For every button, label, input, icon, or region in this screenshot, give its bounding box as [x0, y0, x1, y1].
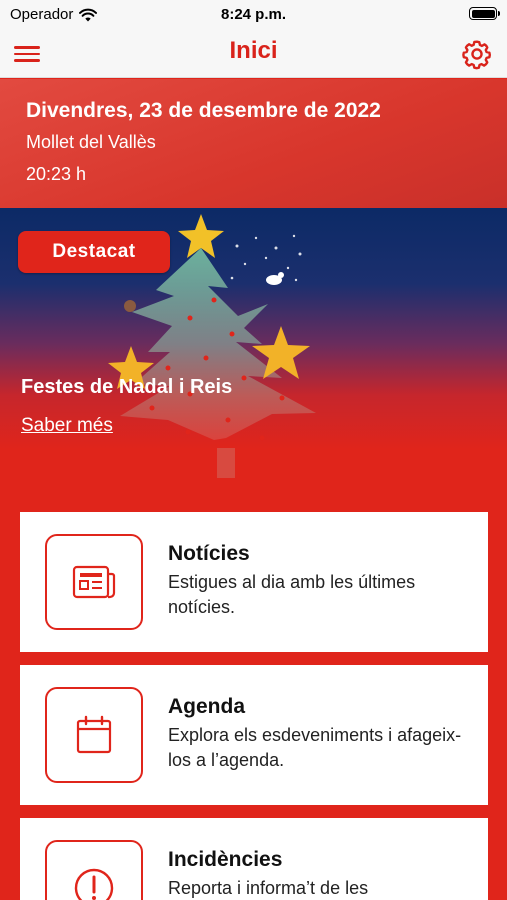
status-time: 8:24 p.m. — [220, 6, 287, 23]
read-more-link[interactable]: Saber més — [21, 415, 113, 437]
incidents-icon-box — [45, 840, 143, 900]
gear-icon[interactable] — [461, 38, 493, 70]
agenda-icon-box — [45, 687, 143, 783]
battery-icon — [469, 7, 500, 20]
news-card[interactable]: Notícies Estigues al dia amb les últimes… — [20, 512, 488, 652]
agenda-card-title: Agenda — [168, 695, 246, 718]
current-date: Divendres, 23 de desembre de 2022 — [26, 99, 381, 122]
status-bar: Operador 8:24 p.m. — [0, 0, 507, 30]
alert-icon — [74, 868, 114, 900]
current-location: Mollet del Vallès — [26, 132, 156, 152]
agenda-card-desc: Explora els esdeveniments i afageix-los … — [168, 725, 462, 770]
nav-bar: Inici — [0, 30, 507, 78]
battery-fill — [471, 9, 495, 18]
incidents-card-desc: Reporta i informa’t de les — [168, 878, 369, 898]
featured-badge[interactable]: Destacat — [18, 231, 170, 273]
newspaper-icon — [72, 565, 116, 599]
agenda-card[interactable]: Agenda Explora els esdeveniments i afage… — [20, 665, 488, 805]
news-card-title: Notícies — [168, 542, 250, 565]
featured-title: Festes de Nadal i Reis — [21, 376, 233, 398]
featured-banner[interactable]: Destacat Festes de Nadal i Reis Saber mé… — [0, 208, 507, 510]
news-icon-box — [45, 534, 143, 630]
incidents-card[interactable]: Incidències Reporta i informa’t de les — [20, 818, 488, 900]
news-card-desc: Estigues al dia amb les últimes notícies… — [168, 572, 416, 617]
calendar-icon — [76, 715, 112, 754]
current-time: 20:23 h — [26, 164, 87, 184]
incidents-card-title: Incidències — [168, 848, 283, 871]
date-header: Divendres, 23 de desembre de 2022 Mollet… — [0, 79, 507, 208]
page-title: Inici — [229, 37, 278, 64]
